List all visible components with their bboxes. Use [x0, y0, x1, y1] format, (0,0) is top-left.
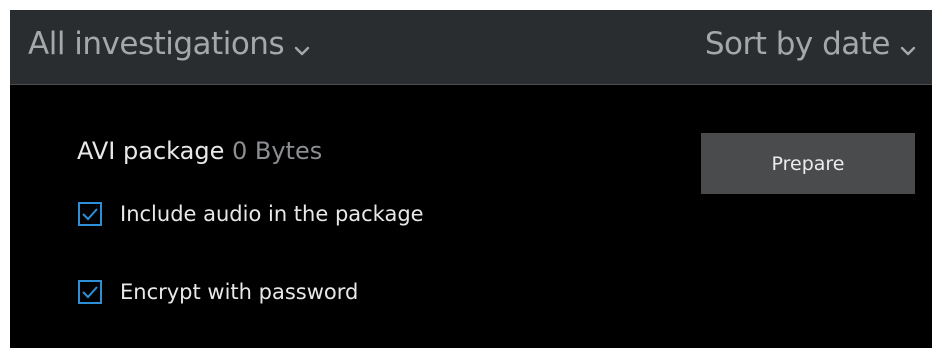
- package-heading: AVI package 0 Bytes: [77, 137, 322, 165]
- sort-label: Sort by date: [704, 26, 891, 62]
- investigation-export-panel: All investigations Sort by date AVI pack…: [10, 10, 932, 348]
- header-bar: All investigations Sort by date: [10, 10, 932, 85]
- package-type: AVI package: [77, 137, 225, 165]
- checkmark-icon: [82, 286, 98, 299]
- package-settings: AVI package 0 Bytes Prepare Include audi…: [10, 85, 932, 348]
- include-audio-checkbox[interactable]: [78, 202, 102, 226]
- encrypt-password-option[interactable]: Encrypt with password: [78, 280, 358, 304]
- investigations-filter-label: All investigations: [28, 26, 285, 62]
- chevron-down-icon: [294, 28, 310, 64]
- encrypt-password-label: Encrypt with password: [120, 280, 359, 304]
- investigations-filter-dropdown[interactable]: All investigations: [28, 24, 310, 64]
- package-size: 0 Bytes: [231, 137, 323, 165]
- include-audio-option[interactable]: Include audio in the package: [78, 202, 424, 226]
- checkmark-icon: [82, 208, 98, 221]
- prepare-button[interactable]: Prepare: [701, 133, 915, 194]
- sort-dropdown[interactable]: Sort by date: [705, 24, 916, 64]
- encrypt-password-checkbox[interactable]: [78, 280, 102, 304]
- chevron-down-icon: [900, 28, 916, 64]
- include-audio-label: Include audio in the package: [120, 202, 424, 226]
